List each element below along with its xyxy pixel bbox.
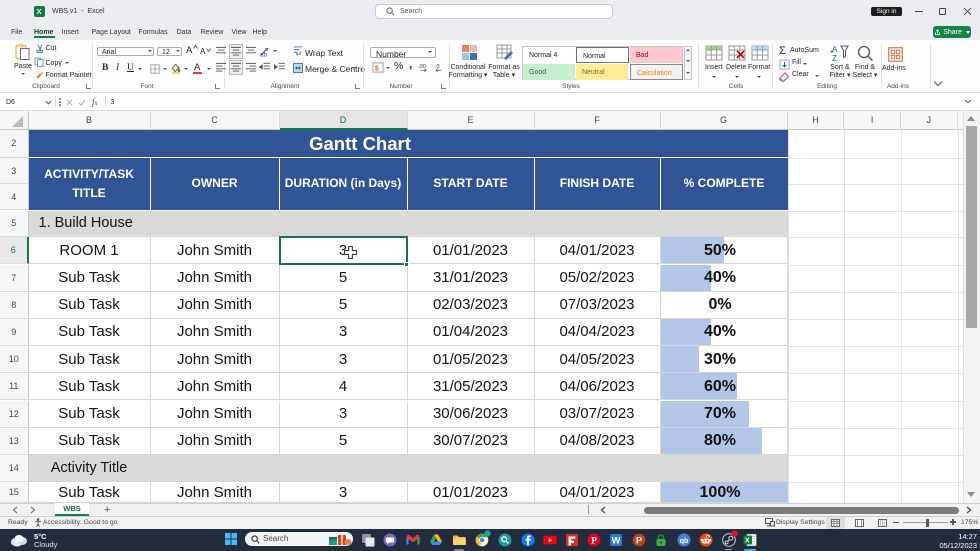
svg-text:Z: Z	[832, 54, 837, 62]
svg-text:ab: ab	[260, 52, 268, 58]
svg-text:A: A	[832, 45, 838, 54]
svg-text:P: P	[591, 536, 597, 546]
svg-text:qb: qb	[680, 537, 689, 544]
svg-text:P: P	[636, 535, 643, 546]
svg-text:$: $	[375, 63, 379, 72]
svg-text:W: W	[612, 535, 621, 545]
